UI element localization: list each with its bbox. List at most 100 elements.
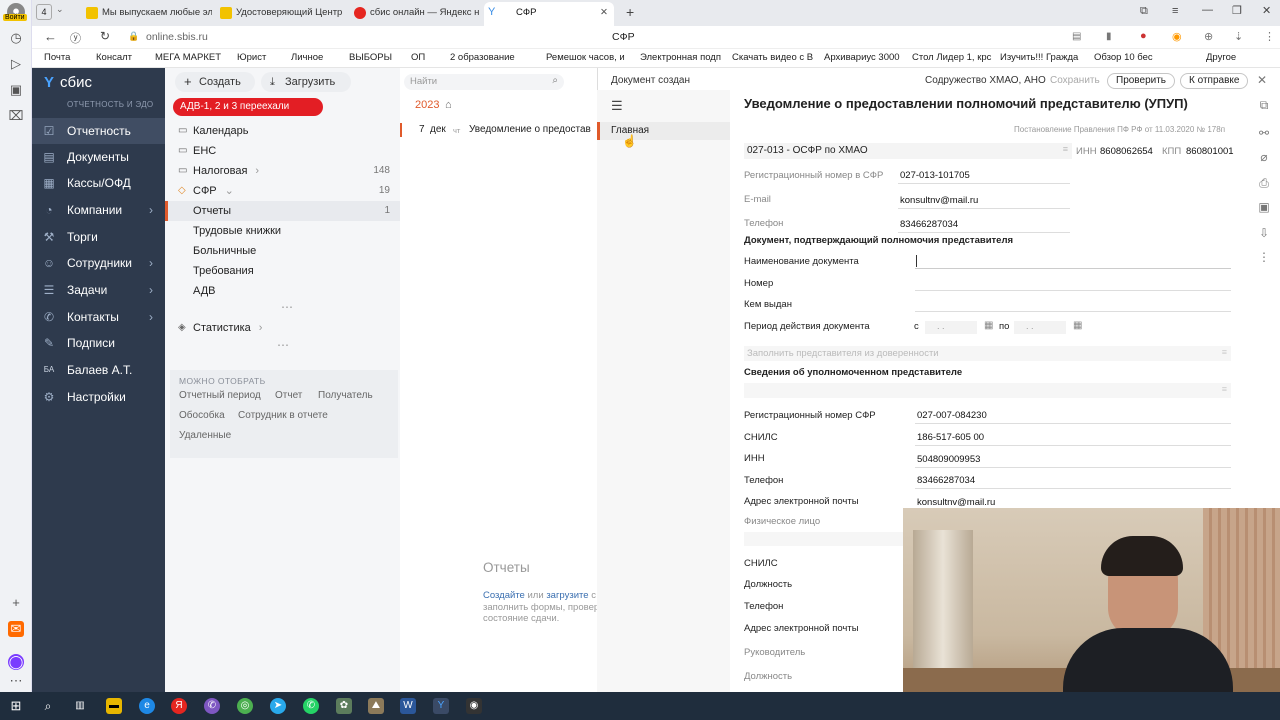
bookmark-item[interactable]: Почта — [44, 52, 70, 63]
windows-start-icon[interactable]: ⊞ — [8, 698, 24, 714]
list-icon[interactable]: ≡ — [1063, 144, 1068, 154]
bookmark-item[interactable]: Обзор 10 бес — [1094, 52, 1166, 63]
tree-item-tax[interactable]: ▭ Налоговая › 148 — [165, 161, 400, 181]
office-field[interactable]: 027-013 - ОСФР по ХМАО ≡ — [744, 143, 1072, 159]
whatsapp-icon[interactable]: ✆ — [303, 698, 319, 714]
back-icon[interactable]: ← — [44, 29, 57, 44]
upload-link[interactable]: загрузите — [546, 590, 588, 601]
link-icon[interactable]: ⚯ — [1257, 126, 1271, 140]
bookmark-item[interactable]: Личное — [291, 52, 323, 63]
date-from-field[interactable]: . . — [925, 321, 977, 334]
reader-icon[interactable]: ▤ — [1072, 31, 1081, 42]
email-field[interactable]: konsultnv@mail.ru — [900, 195, 978, 206]
tab-counter[interactable]: 4 — [36, 4, 52, 20]
nav-item-settings[interactable]: ⚙ Настройки — [32, 384, 165, 410]
bookmark-item[interactable]: Ремешок часов, и — [546, 52, 640, 63]
add-icon[interactable]: + — [8, 595, 24, 611]
rss-icon[interactable]: ◉ — [1172, 30, 1182, 43]
bookmark-item[interactable]: 2 образование — [450, 52, 515, 63]
date-to-field[interactable]: . . — [1014, 321, 1066, 334]
copy-icon[interactable]: ⧉ — [1257, 98, 1271, 112]
more-vertical-icon[interactable]: ⋮ — [1257, 250, 1271, 264]
telegram-icon[interactable]: ➤ — [270, 698, 286, 714]
to-send-button[interactable]: К отправке — [1180, 73, 1249, 89]
camera-icon[interactable]: ⌧ — [8, 108, 24, 124]
extension-icon[interactable]: ● — [1140, 30, 1147, 42]
chrome-icon[interactable]: ◎ — [237, 698, 253, 714]
nav-item-signatures[interactable]: ✎ Подписи — [32, 330, 165, 356]
reg-field[interactable]: 027-013-101705 — [900, 170, 970, 181]
filter-deleted[interactable]: Удаленные — [179, 430, 231, 441]
org-name[interactable]: Содружество ХМАО, АНО — [925, 75, 1046, 86]
tab-3[interactable]: сбис онлайн — Яндекс н — [352, 3, 480, 23]
downloads-icon[interactable]: ⇣ — [1234, 30, 1243, 43]
word-icon[interactable]: W — [400, 698, 416, 714]
nav-item-reporting[interactable]: ☑ Отчетность — [32, 118, 165, 144]
list-icon[interactable]: ≡ — [1222, 384, 1227, 394]
tree-item-requests[interactable]: Требования — [165, 261, 400, 281]
bookmark-icon[interactable]: ▮ — [1106, 31, 1112, 42]
obs-icon[interactable]: ◉ — [466, 698, 482, 714]
sbis-logo[interactable]: Yсбис — [44, 74, 92, 91]
nav-item-cash[interactable]: ▦ Кассы/ОФД — [32, 170, 165, 196]
tree-item-calendar[interactable]: ▭ Календарь — [165, 121, 400, 141]
search-input[interactable]: Найти ⌕ — [404, 74, 564, 90]
sbis-taskbar-icon[interactable]: Y — [433, 698, 449, 714]
yandex-icon[interactable]: Я — [171, 698, 187, 714]
email2-field[interactable]: konsultnv@mail.ru — [917, 497, 995, 508]
tree-item-work-books[interactable]: Трудовые книжки — [165, 221, 400, 241]
create-button[interactable]: + Создать — [175, 72, 255, 92]
calendar-icon[interactable]: ▦ — [984, 320, 993, 331]
new-tab-icon[interactable]: + — [626, 4, 634, 20]
snils-field[interactable]: 186-517-605 00 — [917, 432, 984, 443]
viber-icon[interactable]: ✆ — [204, 698, 220, 714]
explorer-icon[interactable]: ▬ — [106, 698, 122, 714]
bookmark-item[interactable]: Архивариус 3000 — [824, 52, 902, 63]
search-icon[interactable]: ⌕ — [40, 698, 56, 714]
edge-icon[interactable]: e — [139, 698, 155, 714]
download-icon[interactable]: ⇩ — [1257, 226, 1271, 240]
tree-item-adv[interactable]: АДВ — [165, 281, 400, 301]
save-button[interactable]: Сохранить — [1050, 75, 1100, 86]
number-field[interactable] — [915, 290, 1231, 291]
rep-reg-field[interactable]: 027-007-084230 — [917, 410, 987, 421]
representative-select[interactable]: ≡ — [744, 383, 1231, 398]
phone2-field[interactable]: 83466287034 — [917, 475, 975, 486]
filter-branch[interactable]: Обособка — [179, 410, 225, 421]
list-item[interactable]: 7 дек чт Уведомление о предостав — [400, 123, 597, 139]
filter-recipient[interactable]: Получатель — [318, 390, 373, 401]
nav-item-employees[interactable]: ☺ Сотрудники › — [32, 250, 165, 276]
nav-item-contacts[interactable]: ✆ Контакты › — [32, 304, 165, 330]
tree-item-statistics[interactable]: ◈ Статистика › — [165, 318, 400, 338]
save-icon[interactable]: ▣ — [1257, 200, 1271, 214]
app-icon[interactable]: ✿ — [336, 698, 352, 714]
create-link[interactable]: Создайте — [483, 590, 525, 601]
filter-employee[interactable]: Сотрудник в отчете — [238, 410, 328, 421]
doc-name-field[interactable] — [915, 254, 1231, 269]
nav-item-tasks[interactable]: ☰ Задачи › — [32, 277, 165, 303]
close-tab-icon[interactable]: ✕ — [600, 2, 608, 24]
yandex-icon[interactable]: ⓨ — [70, 30, 81, 46]
tab-2[interactable]: Удостоверяющий Центр — [218, 3, 346, 23]
check-button[interactable]: Проверить — [1107, 73, 1176, 89]
bookmark-item[interactable]: Консалт — [96, 52, 132, 63]
issued-field[interactable] — [915, 311, 1231, 312]
globe-icon[interactable]: ⊕ — [1204, 30, 1213, 43]
minimize-icon[interactable]: — — [1202, 4, 1213, 16]
nav-item-profile[interactable]: БА Балаев А.Т. — [32, 357, 165, 383]
alice-icon[interactable]: ◯ — [8, 654, 24, 670]
nav-item-companies[interactable]: ◔ Компании › — [32, 197, 165, 223]
panel-settings-icon[interactable]: ⋯ — [8, 673, 24, 689]
bookmark-item[interactable]: Скачать видео с В — [732, 52, 818, 63]
more-dots-icon[interactable]: ⋯ — [277, 338, 289, 352]
bookmarks-icon[interactable]: ⧉ — [1140, 5, 1148, 18]
tab-active[interactable]: Y СФР ✕ — [484, 2, 614, 26]
play-icon[interactable]: ▷ — [8, 56, 24, 72]
search-icon[interactable]: ⌕ — [552, 75, 558, 86]
task-view-icon[interactable]: ▥ — [72, 698, 88, 714]
bookmark-item[interactable]: Изучить!!! Гражда — [1000, 52, 1088, 63]
bookmark-item[interactable]: Стол Лидер 1, крс — [912, 52, 998, 63]
reload-icon[interactable]: ↻ — [100, 29, 110, 43]
tree-item-sfr[interactable]: ◇ СФР ⌄ 19 — [165, 181, 400, 201]
doc-tab-main[interactable]: Главная — [597, 122, 730, 140]
